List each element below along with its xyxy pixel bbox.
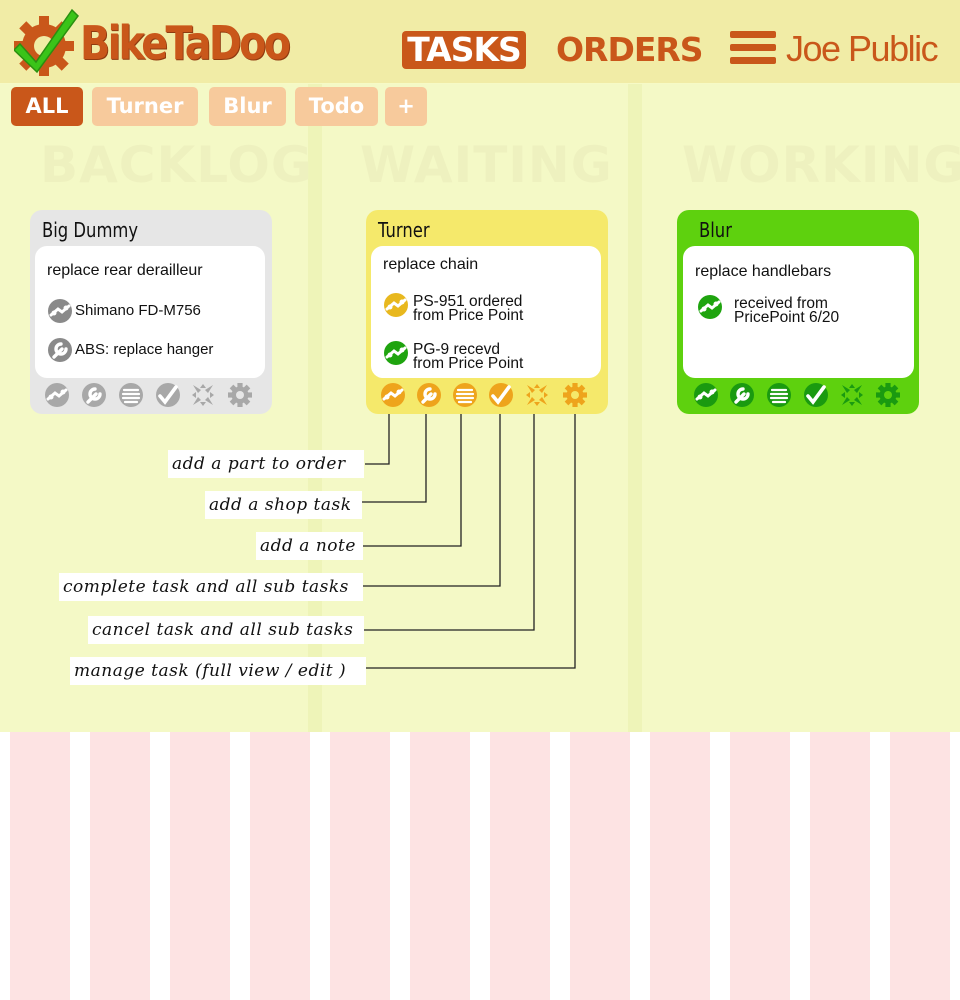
nav-tasks[interactable]: TASKS bbox=[402, 31, 526, 69]
task-card-turner[interactable]: Turner replace chain PS-951 ordered from… bbox=[366, 210, 608, 414]
subtask-text: Shimano FD-M756 bbox=[75, 302, 201, 319]
task-text: replace handlebars bbox=[695, 263, 832, 280]
add-shop-task-icon[interactable] bbox=[729, 382, 755, 408]
add-shop-task-icon[interactable] bbox=[416, 382, 442, 408]
add-note-icon[interactable] bbox=[118, 382, 144, 408]
add-part-icon[interactable] bbox=[44, 382, 70, 408]
filter-blur[interactable]: Blur bbox=[209, 87, 286, 126]
card-toolbar bbox=[380, 382, 600, 410]
filter-all[interactable]: ALL bbox=[11, 87, 83, 126]
callout-cancel: cancel task and all sub tasks bbox=[88, 616, 364, 644]
add-filter-button[interactable]: + bbox=[385, 87, 427, 126]
callout-complete: complete task and all sub tasks bbox=[59, 573, 363, 601]
add-part-icon[interactable] bbox=[380, 382, 406, 408]
gear-check-icon bbox=[12, 8, 79, 76]
manage-gear-icon[interactable] bbox=[227, 382, 253, 408]
callout-add-note: add a note bbox=[256, 532, 363, 560]
column-title-backlog: BACKLOG bbox=[40, 136, 313, 194]
card-toolbar bbox=[44, 382, 264, 410]
subtask-text: PG-9 recevd from Price Point bbox=[413, 342, 593, 372]
callout-add-part: add a part to order bbox=[168, 450, 364, 478]
card-body: replace chain PS-951 ordered from Price … bbox=[371, 246, 601, 378]
hamburger-menu-icon[interactable] bbox=[730, 31, 776, 65]
logo[interactable]: BikeTaDoo bbox=[12, 6, 294, 78]
card-toolbar bbox=[693, 382, 913, 410]
manage-gear-icon[interactable] bbox=[875, 382, 901, 408]
add-shop-task-icon[interactable] bbox=[81, 382, 107, 408]
task-text: replace chain bbox=[383, 256, 479, 273]
column-title-waiting: WAITING bbox=[360, 136, 613, 194]
task-card-big-dummy[interactable]: Big Dummy replace rear derailleur Shiman… bbox=[30, 210, 272, 414]
cancel-icon[interactable] bbox=[524, 382, 550, 408]
subtask-line: from Price Point bbox=[413, 307, 524, 324]
complete-icon[interactable] bbox=[488, 382, 514, 408]
part-icon bbox=[697, 294, 723, 320]
add-note-icon[interactable] bbox=[766, 382, 792, 408]
subtask-line: PricePoint 6/20 bbox=[734, 309, 840, 326]
filter-todo[interactable]: Todo bbox=[295, 87, 378, 126]
subtask-text: received from PricePoint 6/20 bbox=[734, 296, 914, 326]
callout-add-shop-task: add a shop task bbox=[205, 491, 362, 519]
card-body: replace rear derailleur Shimano FD-M756 … bbox=[35, 246, 265, 378]
manage-gear-icon[interactable] bbox=[562, 382, 588, 408]
add-part-icon[interactable] bbox=[693, 382, 719, 408]
complete-icon[interactable] bbox=[803, 382, 829, 408]
subtask-text: PS-951 ordered from Price Point bbox=[413, 294, 593, 324]
wrench-icon bbox=[47, 337, 73, 363]
card-title: Big Dummy bbox=[42, 218, 139, 242]
task-text: replace rear derailleur bbox=[47, 262, 203, 279]
card-body: replace handlebars received from PricePo… bbox=[683, 246, 914, 378]
cancel-icon[interactable] bbox=[839, 382, 865, 408]
filter-turner[interactable]: Turner bbox=[92, 87, 198, 126]
user-name[interactable]: Joe Public bbox=[786, 29, 939, 69]
card-title: Turner bbox=[378, 218, 430, 242]
card-title: Blur bbox=[699, 218, 732, 242]
column-title-working: WORKING bbox=[682, 136, 960, 194]
callout-manage: manage task (full view / edit ) bbox=[70, 657, 366, 685]
cancel-icon[interactable] bbox=[190, 382, 216, 408]
logo-text: BikeTaDoo bbox=[80, 16, 291, 70]
nav-orders[interactable]: ORDERS bbox=[556, 31, 704, 69]
complete-icon[interactable] bbox=[155, 382, 181, 408]
subtask-text: ABS: replace hanger bbox=[75, 341, 214, 358]
subtask-line: from Price Point bbox=[413, 355, 524, 372]
app-header: BikeTaDoo TASKS ORDERS Joe Public bbox=[0, 0, 960, 83]
part-icon bbox=[383, 292, 409, 318]
part-icon bbox=[47, 298, 73, 324]
add-note-icon[interactable] bbox=[452, 382, 478, 408]
part-icon bbox=[383, 340, 409, 366]
task-card-blur[interactable]: Blur replace handlebars received from Pr… bbox=[677, 210, 919, 414]
